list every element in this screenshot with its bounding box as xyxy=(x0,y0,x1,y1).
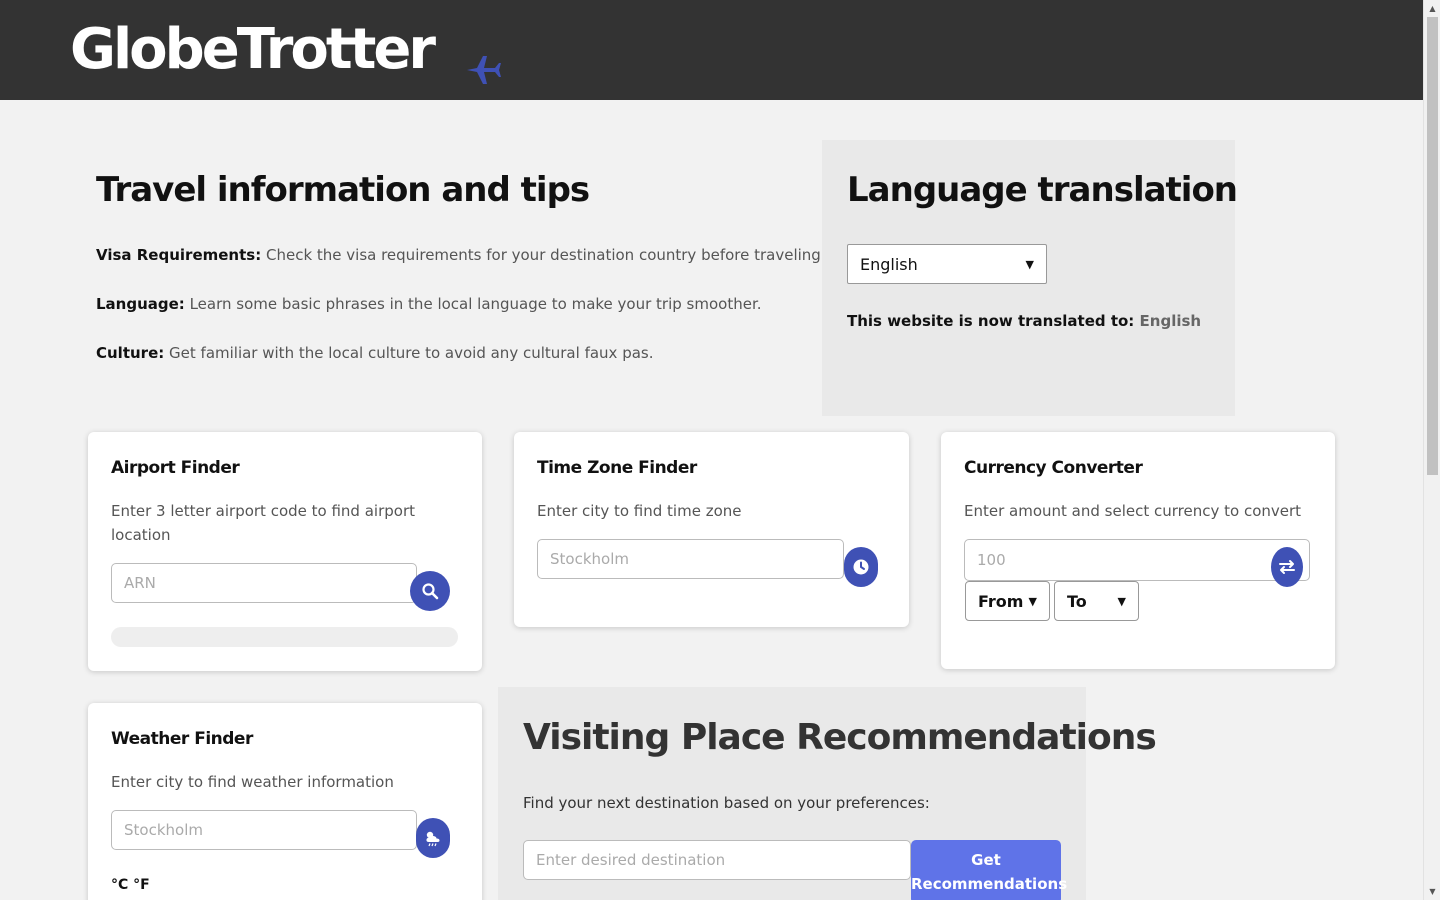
tip-label: Culture: xyxy=(96,344,165,362)
recommendations-desc: Find your next destination based on your… xyxy=(523,794,930,812)
recommendations-panel: Visiting Place Recommendations Find your… xyxy=(498,687,1157,900)
weather-city-input[interactable]: Stockholm xyxy=(111,810,417,850)
language-select-value: English xyxy=(860,254,918,274)
weather-finder-card: Weather Finder Enter city to find weathe… xyxy=(88,703,482,900)
tip-label: Visa Requirements: xyxy=(96,246,262,264)
scroll-down-arrow-icon[interactable]: ▼ xyxy=(1424,883,1440,900)
currency-to-select[interactable]: To ▼ xyxy=(1054,581,1139,621)
search-icon xyxy=(422,583,439,600)
weather-finder-desc: Enter city to find weather information xyxy=(111,773,394,791)
timezone-search-button[interactable] xyxy=(844,547,878,587)
currency-converter-card: Currency Converter Enter amount and sele… xyxy=(941,432,1335,669)
currency-converter-desc: Enter amount and select currency to conv… xyxy=(964,502,1302,520)
weather-search-button[interactable] xyxy=(416,818,450,858)
tip-culture: Culture: Get familiar with the local cul… xyxy=(96,344,653,362)
timezone-city-input[interactable]: Stockholm xyxy=(537,539,844,579)
currency-from-select[interactable]: From ▼ xyxy=(965,581,1050,621)
currency-amount-input[interactable]: 100 xyxy=(964,539,1310,581)
language-translation-panel: Language translation English ▼ This webs… xyxy=(822,140,1238,416)
destination-input[interactable]: Enter desired destination xyxy=(523,840,911,880)
chevron-down-icon: ▼ xyxy=(1028,594,1037,608)
tip-text: Get familiar with the local culture to a… xyxy=(169,344,654,362)
language-status-label: This website is now translated to: xyxy=(847,312,1135,330)
get-recommendations-button[interactable]: Get Recommendations xyxy=(911,840,1067,900)
travel-info-title: Travel information and tips xyxy=(96,170,590,210)
scroll-thumb[interactable] xyxy=(1427,17,1438,475)
page-scrollbar[interactable]: ▲ ▼ xyxy=(1423,0,1440,900)
timezone-finder-desc: Enter city to find time zone xyxy=(537,502,742,520)
tip-visa: Visa Requirements: Check the visa requir… xyxy=(96,246,826,264)
timezone-finder-title: Time Zone Finder xyxy=(537,458,697,478)
recommendations-title: Visiting Place Recommendations xyxy=(523,717,1157,758)
site-header: GlobeTrotter xyxy=(0,0,1423,100)
airport-finder-card: Airport Finder Enter 3 letter airport co… xyxy=(88,432,482,671)
language-status-value: English xyxy=(1139,312,1202,330)
currency-from-value: From xyxy=(978,591,1024,611)
swap-icon xyxy=(1279,560,1295,574)
clock-icon xyxy=(853,559,869,575)
travel-info-section: Travel information and tips Visa Require… xyxy=(96,170,826,362)
tip-text: Learn some basic phrases in the local la… xyxy=(189,295,762,313)
scroll-up-arrow-icon[interactable]: ▲ xyxy=(1424,0,1440,17)
currency-to-value: To xyxy=(1067,591,1087,611)
airport-search-button[interactable] xyxy=(410,571,450,611)
weather-finder-title: Weather Finder xyxy=(111,729,253,749)
currency-converter-title: Currency Converter xyxy=(964,458,1143,478)
language-title: Language translation xyxy=(847,170,1238,210)
airport-finder-title: Airport Finder xyxy=(111,458,240,478)
temperature-unit-toggle[interactable]: °C °F xyxy=(111,877,150,893)
chevron-down-icon: ▼ xyxy=(1117,594,1126,608)
tip-text: Check the visa requirements for your des… xyxy=(265,246,826,264)
language-status: This website is now translated to: Engli… xyxy=(847,312,1201,330)
airport-code-input[interactable]: ARN xyxy=(111,563,417,603)
timezone-finder-card: Time Zone Finder Enter city to find time… xyxy=(514,432,909,627)
weather-icon xyxy=(426,831,440,847)
chevron-down-icon: ▼ xyxy=(1025,257,1034,271)
site-logo[interactable]: GlobeTrotter xyxy=(70,14,436,86)
tip-label: Language: xyxy=(96,295,185,313)
airport-finder-desc: Enter 3 letter airport code to find airp… xyxy=(111,502,415,544)
currency-convert-button[interactable] xyxy=(1271,547,1303,587)
language-select[interactable]: English ▼ xyxy=(847,244,1047,284)
tip-language: Language: Learn some basic phrases in th… xyxy=(96,295,762,313)
airport-result-bar xyxy=(111,627,458,647)
airplane-icon xyxy=(467,56,501,84)
